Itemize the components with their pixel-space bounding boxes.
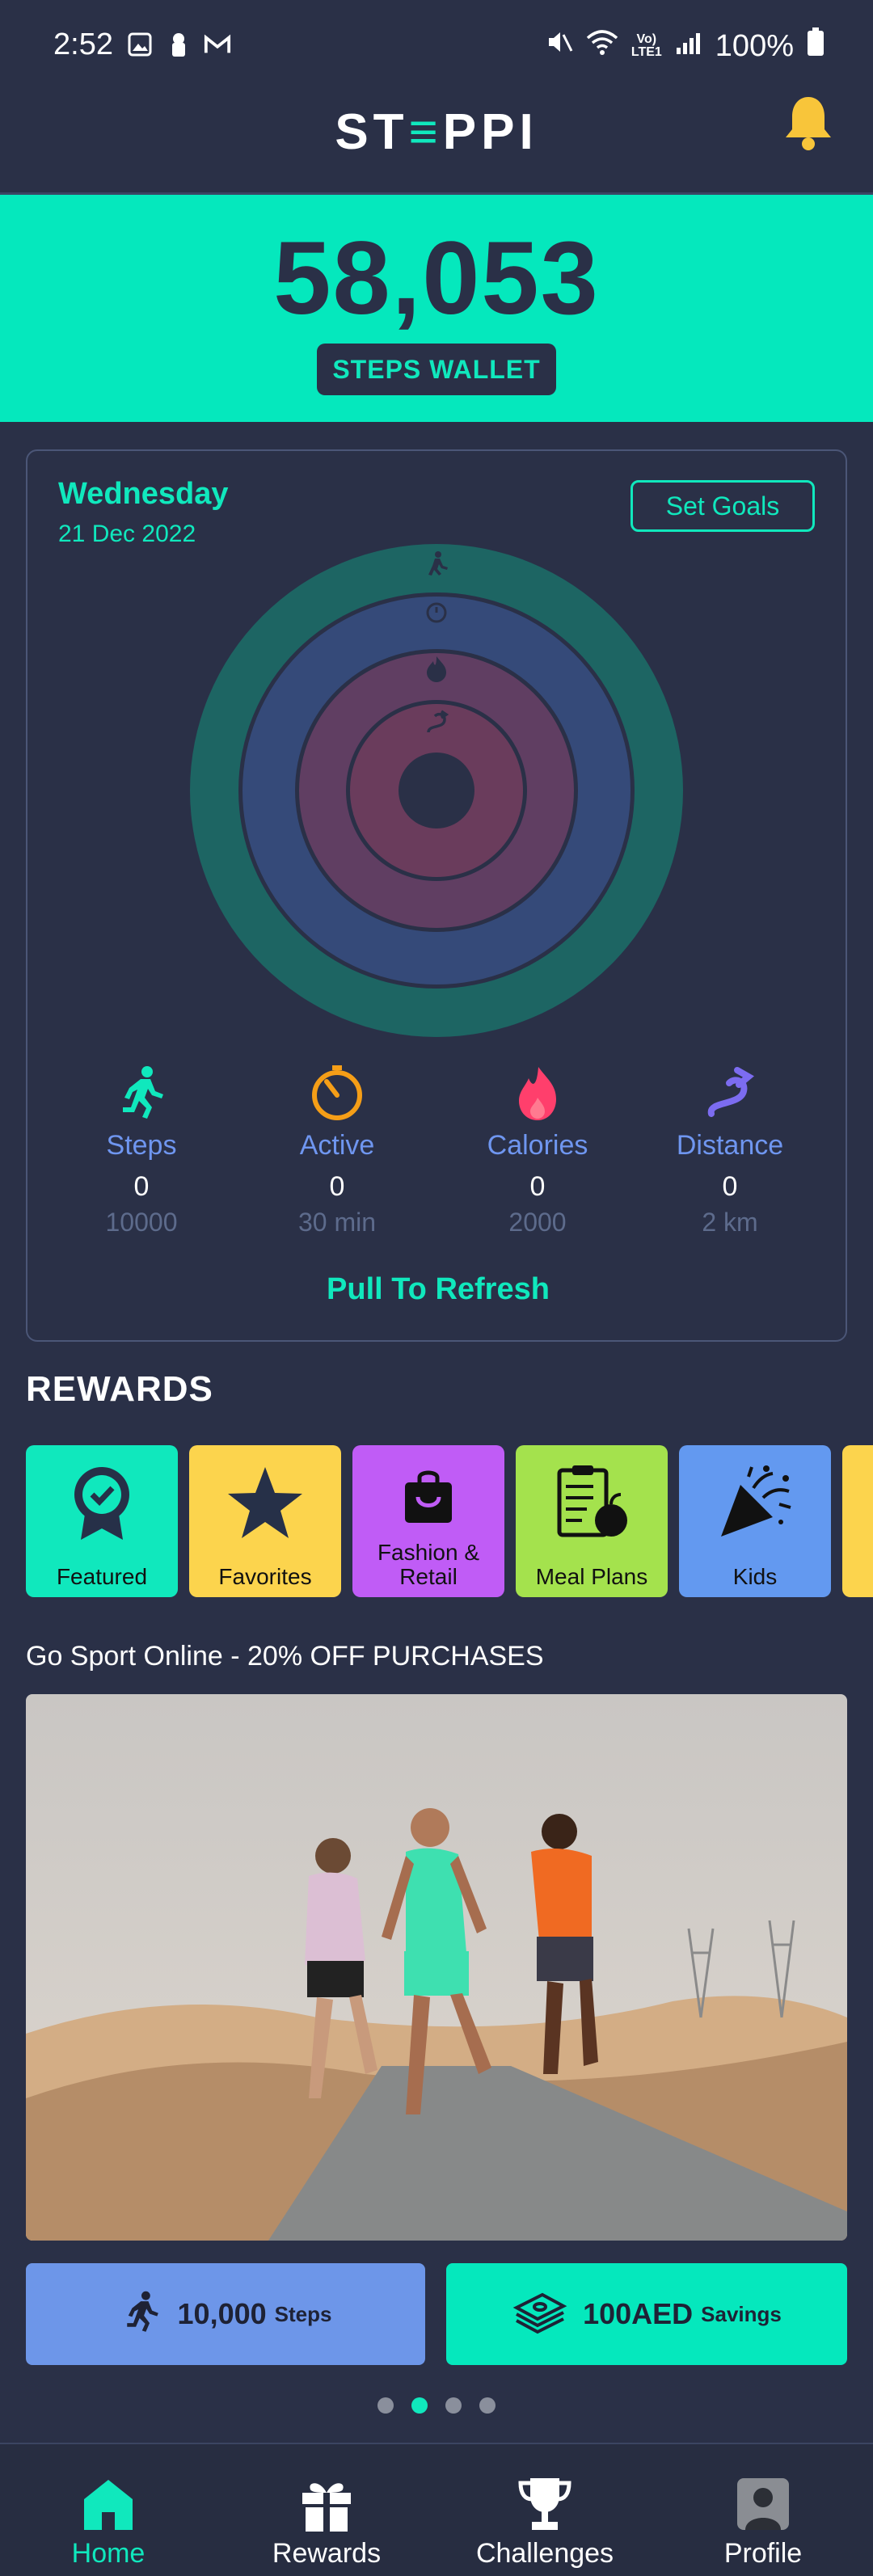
distance-stat: Distance 0 2 km — [645, 1065, 815, 1237]
calories-label: Calories — [487, 1130, 588, 1161]
home-icon — [79, 2475, 137, 2533]
reward-tile-label: Favorites — [218, 1564, 312, 1589]
reward-tile-favorites[interactable]: Favorites — [189, 1445, 341, 1597]
wallet-steps-count: 58,053 — [273, 221, 600, 336]
distance-value: 0 — [722, 1171, 738, 1202]
promo-title: Go Sport Online - 20% OFF PURCHASES — [26, 1641, 544, 1672]
active-value: 0 — [329, 1171, 345, 1202]
carousel-dot[interactable] — [445, 2397, 462, 2414]
reward-tile-kids[interactable]: Kids — [679, 1445, 831, 1597]
steps-value: 0 — [133, 1171, 150, 1202]
cash-stack-icon — [512, 2290, 568, 2339]
reward-tile-meal-plans[interactable]: Meal Plans — [516, 1445, 668, 1597]
status-time: 2:52 — [53, 27, 113, 61]
steps-requirement-value: 10,000 — [177, 2297, 267, 2330]
gift-icon — [297, 2475, 356, 2533]
reward-tile-label: Kids — [732, 1564, 778, 1589]
savings-label: Savings — [701, 2301, 782, 2326]
active-label: Active — [299, 1130, 375, 1161]
carousel-dot[interactable] — [479, 2397, 496, 2414]
running-person-icon — [120, 2288, 163, 2341]
active-goal: 30 min — [297, 1208, 377, 1237]
steps-wallet-banner[interactable]: 58,053 STEPS WALLET — [0, 192, 873, 422]
savings-value: 100AED — [583, 2297, 694, 2330]
nav-profile[interactable]: Profile — [682, 2475, 844, 2570]
gallery-icon — [126, 31, 154, 58]
calories-goal: 2000 — [508, 1208, 567, 1237]
bell-icon[interactable] — [782, 94, 834, 152]
steps-wallet-label[interactable]: STEPS WALLET — [317, 344, 556, 395]
steps-requirement-label: Steps — [274, 2301, 332, 2326]
savings-button[interactable]: 100AED Savings — [446, 2263, 847, 2365]
reward-tile-partial[interactable] — [842, 1445, 873, 1597]
timer-icon — [309, 1065, 365, 1122]
carousel-dot[interactable] — [377, 2397, 394, 2414]
reward-tile-label: Meal Plans — [535, 1564, 648, 1589]
nav-rewards-label: Rewards — [272, 2538, 382, 2569]
reward-tile-featured[interactable]: Featured — [26, 1445, 178, 1597]
app-header: ST≡PPI — [0, 89, 873, 192]
avatar — [734, 2475, 792, 2533]
reward-tile-label: Featured — [56, 1564, 148, 1589]
activity-card: Wednesday 21 Dec 2022 Set Goals Steps 0 … — [26, 449, 847, 1342]
wifi-icon — [586, 28, 618, 64]
promo-image[interactable] — [26, 1694, 847, 2241]
signal-icon — [675, 29, 702, 64]
nav-home[interactable]: Home — [27, 2475, 189, 2570]
steps-label: Steps — [106, 1130, 177, 1161]
nav-challenges-label: Challenges — [475, 2538, 614, 2569]
nav-home-label: Home — [71, 2538, 146, 2569]
bottom-nav: Home Rewards Challenges Profile — [0, 2443, 873, 2576]
keyhole-icon — [165, 31, 192, 58]
route-icon — [702, 1065, 758, 1122]
calories-stat: Calories 0 2000 — [453, 1065, 622, 1237]
carousel-dot-active[interactable] — [411, 2397, 428, 2414]
steps-goal: 10000 — [105, 1208, 178, 1237]
volte-icon: Vo) LTE1 — [630, 32, 662, 59]
mute-icon — [546, 28, 573, 64]
badge-check-icon — [26, 1458, 178, 1547]
active-stat: Active 0 30 min — [252, 1065, 422, 1237]
activity-day: Wednesday — [58, 477, 229, 511]
pull-to-refresh-text: Pull To Refresh — [327, 1272, 550, 1306]
party-popper-icon — [679, 1458, 831, 1547]
running-person-icon — [113, 1065, 170, 1122]
flame-icon — [509, 1065, 566, 1122]
trophy-icon — [516, 2475, 574, 2533]
activity-rings[interactable] — [186, 540, 687, 1041]
reward-tile-label: Fashion & Retail — [377, 1540, 480, 1589]
steps-requirement-button[interactable]: 10,000 Steps — [26, 2263, 425, 2365]
nav-challenges[interactable]: Challenges — [464, 2475, 626, 2570]
battery-icon — [807, 27, 824, 65]
runners-photo — [26, 1694, 847, 2241]
battery-percent: 100% — [715, 28, 794, 63]
nav-profile-label: Profile — [723, 2538, 803, 2569]
activity-date: 21 Dec 2022 — [58, 521, 196, 547]
rewards-title: REWARDS — [26, 1369, 213, 1409]
nav-rewards[interactable]: Rewards — [246, 2475, 407, 2570]
distance-goal: 2 km — [702, 1208, 758, 1237]
gmail-icon — [204, 31, 231, 58]
distance-label: Distance — [676, 1130, 784, 1161]
clipboard-apple-icon — [516, 1458, 668, 1547]
carousel-dots — [0, 2397, 873, 2414]
reward-tile-fashion-retail[interactable]: Fashion & Retail — [352, 1445, 504, 1597]
calories-value: 0 — [529, 1171, 546, 1202]
status-bar: 2:52 Vo) LTE1 100% — [0, 0, 873, 89]
steppi-logo: ST≡PPI — [335, 104, 538, 160]
steps-stat: Steps 0 10000 — [57, 1065, 226, 1237]
set-goals-button[interactable]: Set Goals — [630, 480, 815, 532]
shopping-bag-icon — [352, 1458, 504, 1536]
star-icon — [189, 1458, 341, 1547]
